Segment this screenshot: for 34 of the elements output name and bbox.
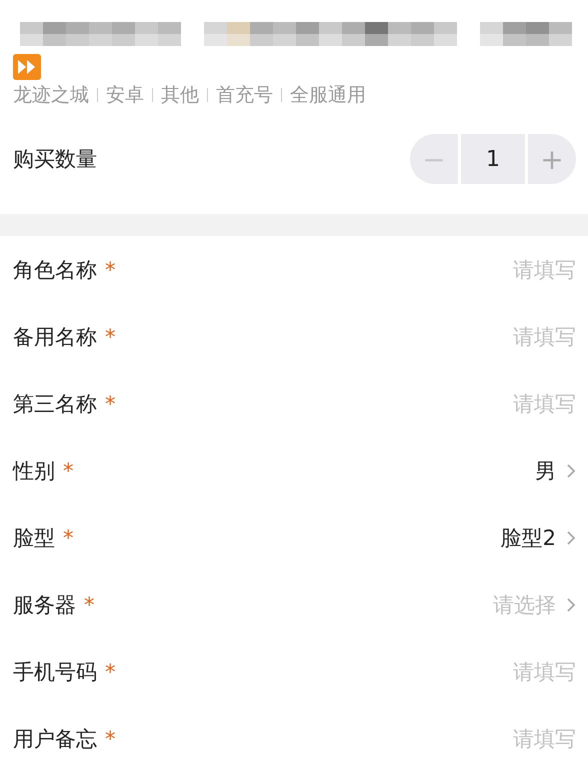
tag-text: 首充号 bbox=[216, 83, 273, 108]
field-label: 脸型 bbox=[13, 524, 55, 552]
quantity-value[interactable]: 1 bbox=[461, 134, 525, 184]
required-mark: * bbox=[63, 526, 74, 550]
chevron-right-icon bbox=[566, 530, 576, 546]
quantity-label: 购买数量 bbox=[13, 146, 97, 173]
field-label: 手机号码 bbox=[13, 658, 97, 686]
fast-forward-icon bbox=[13, 54, 41, 80]
field-label: 服务器 bbox=[13, 592, 76, 618]
required-mark: * bbox=[105, 392, 116, 416]
required-mark: * bbox=[63, 458, 74, 482]
field-label: 性别 bbox=[13, 458, 55, 484]
field-label: 角色名称 bbox=[13, 256, 97, 284]
tag-text: 安卓 bbox=[106, 83, 144, 108]
chevron-right-icon bbox=[566, 462, 576, 478]
input-field[interactable]: 请填写 bbox=[416, 258, 576, 282]
select-value[interactable]: 男 bbox=[535, 456, 556, 484]
required-mark: * bbox=[105, 324, 116, 348]
required-mark: * bbox=[105, 660, 116, 684]
required-mark: * bbox=[105, 726, 116, 750]
field-label: 备用名称 bbox=[13, 324, 97, 350]
tag-text: 全服通用 bbox=[290, 83, 366, 108]
input-field[interactable]: 请填写 bbox=[416, 726, 576, 750]
required-mark: * bbox=[105, 258, 116, 282]
field-label: 第三名称 bbox=[13, 390, 97, 418]
input-field[interactable]: 请填写 bbox=[416, 660, 576, 684]
chevron-right-icon bbox=[566, 596, 576, 612]
field-label: 用户备忘 bbox=[13, 726, 97, 752]
tag-text: 龙迹之城 bbox=[13, 83, 89, 108]
required-mark: * bbox=[84, 592, 94, 616]
input-field[interactable]: 请填写 bbox=[416, 324, 576, 348]
select-value[interactable]: 脸型2 bbox=[500, 524, 556, 552]
input-field[interactable]: 请填写 bbox=[416, 392, 576, 416]
tag-text: 其他 bbox=[161, 83, 199, 108]
